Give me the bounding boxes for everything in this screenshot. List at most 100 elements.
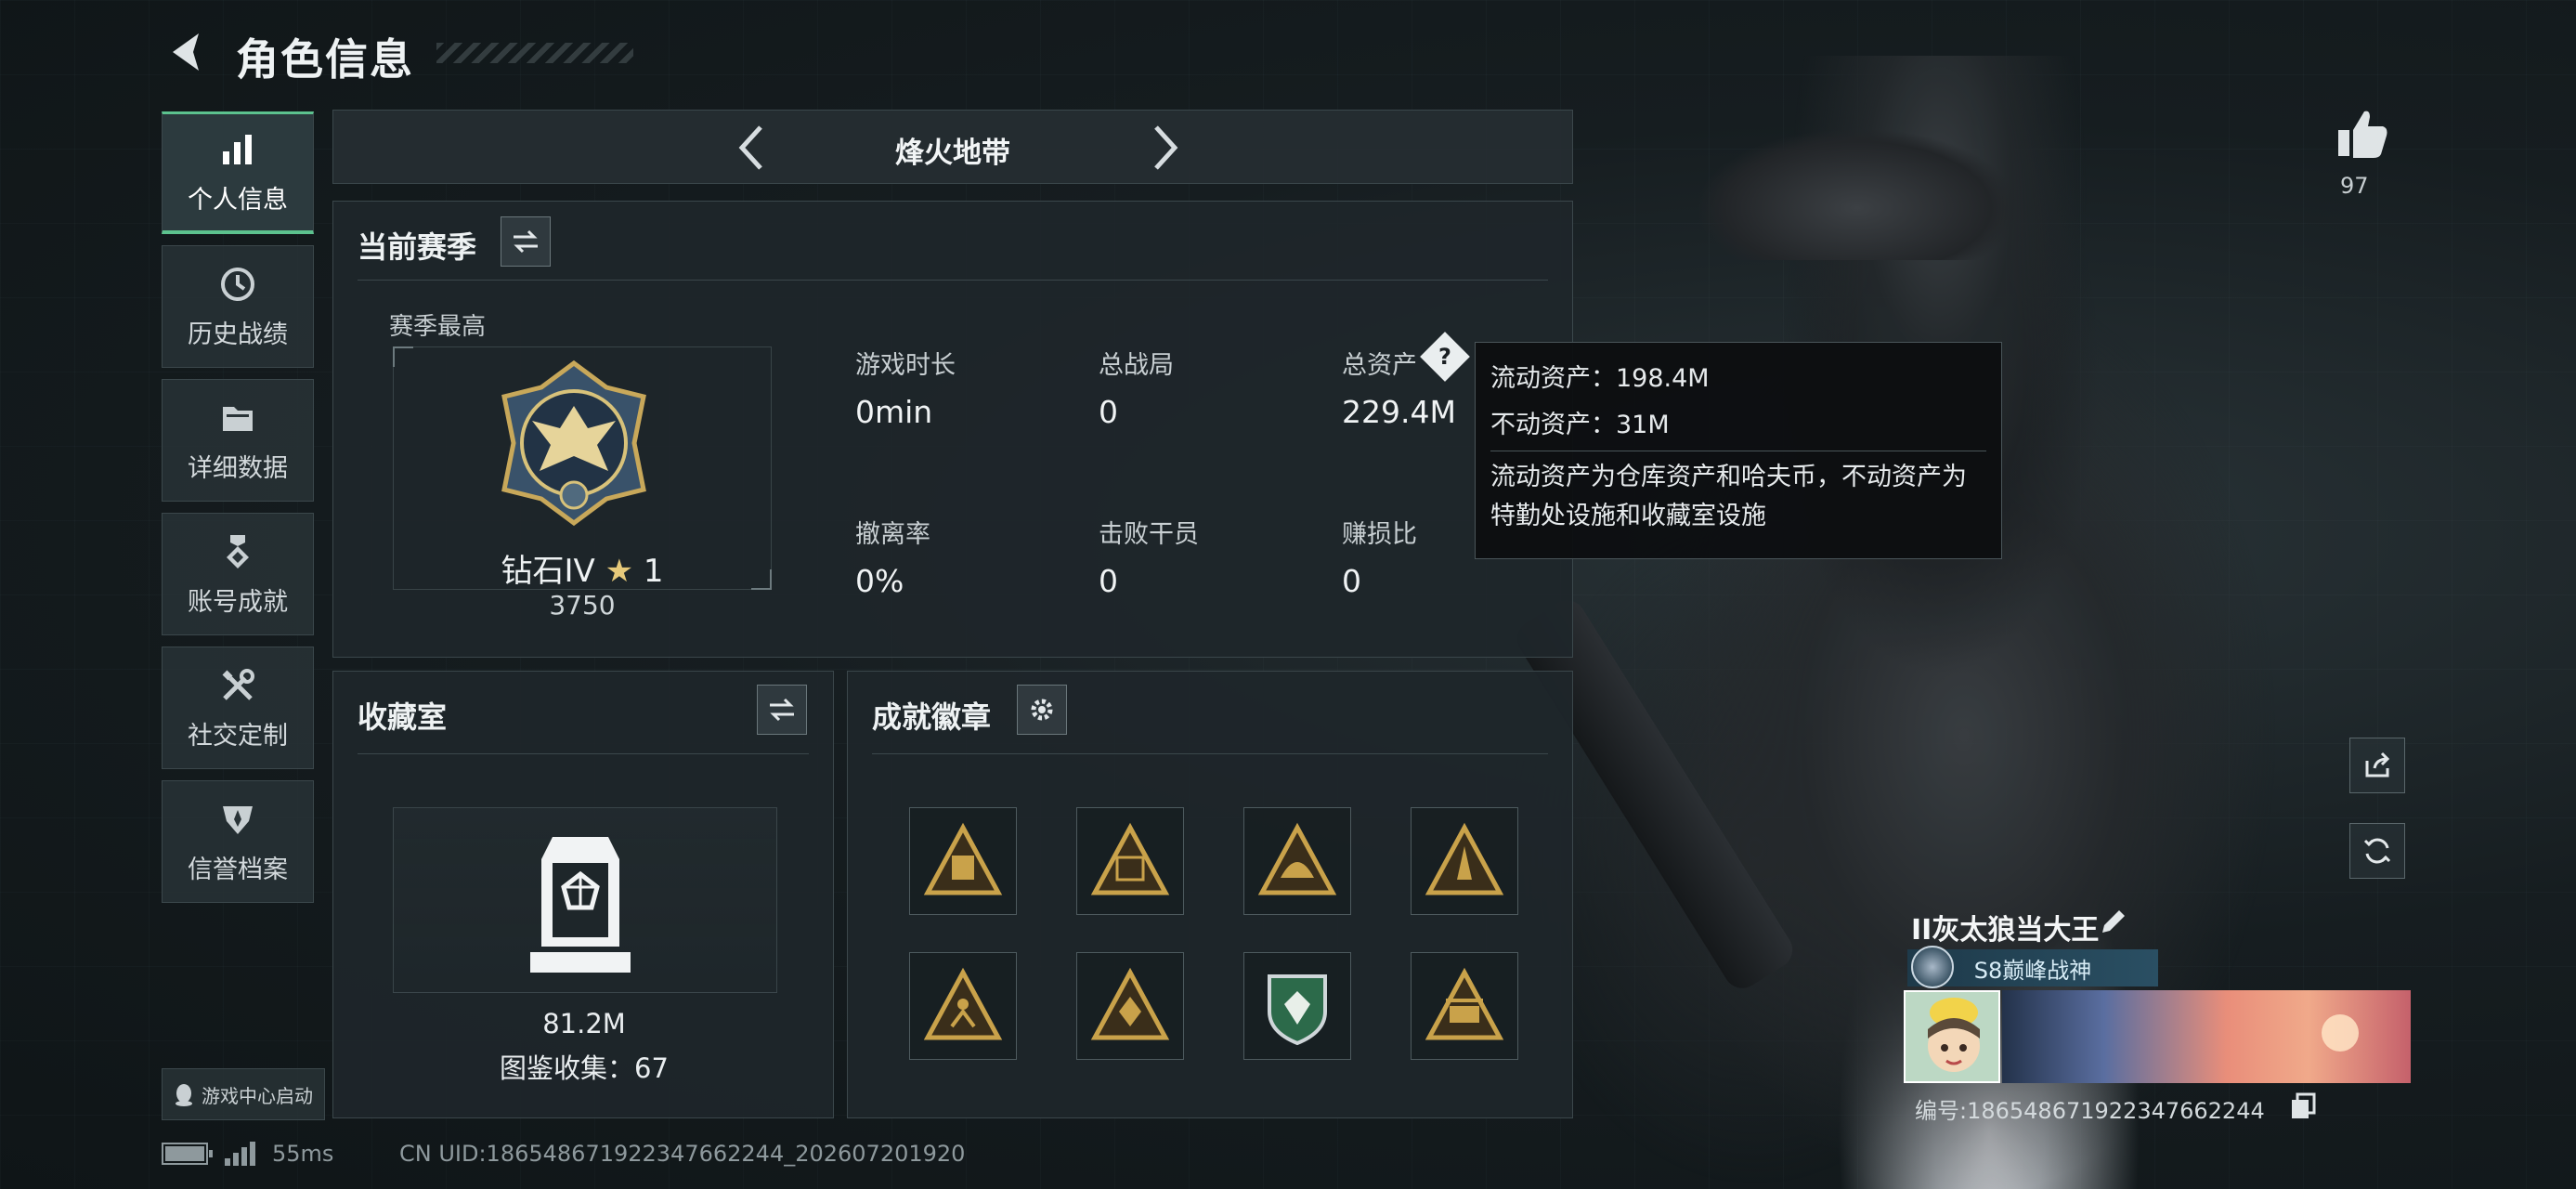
- achievement-badge[interactable]: [909, 807, 1017, 915]
- ping-text: 55ms: [272, 1141, 334, 1167]
- swap-icon: [514, 229, 538, 254]
- credibility-emblem-icon: [223, 805, 253, 834]
- tooltip-description: 流动资产为仓库资产和哈夫币，不动资产为特勤处设施和收藏室设施: [1490, 463, 1967, 530]
- pencil-edit-icon[interactable]: [2097, 907, 2128, 938]
- status-bar: 55ms: [162, 1141, 333, 1167]
- achievement-badge[interactable]: [909, 952, 1017, 1060]
- stat-value: 0: [1342, 563, 1361, 599]
- player-id: 编号:1865486719223476622​44: [1915, 1098, 2265, 1124]
- badge-settings-button[interactable]: [1017, 685, 1067, 735]
- divider: [358, 280, 1548, 281]
- stat-value: 0: [1099, 563, 1118, 599]
- badge-warehouse-icon: [923, 822, 1003, 895]
- stat-extract-rate: 撤离率 0%: [855, 514, 930, 599]
- battery-icon: [162, 1143, 213, 1165]
- badge-s8-icon: [1090, 822, 1170, 895]
- bar-chart-icon: [223, 135, 252, 164]
- copy-icon[interactable]: [2290, 1092, 2316, 1120]
- achievement-badge[interactable]: [1076, 952, 1184, 1060]
- rank-emblem-icon: [501, 359, 646, 527]
- mode-selector: 烽火地带: [332, 110, 1573, 184]
- badge-s8-emblem-icon: [1425, 967, 1504, 1040]
- achievement-badge[interactable]: [1243, 807, 1351, 915]
- stat-label: 总战局: [1099, 351, 1174, 380]
- qq-penguin-icon: [176, 1084, 192, 1106]
- rank-score: 3750: [549, 590, 616, 621]
- stat-label: 游戏时长: [855, 351, 956, 380]
- achievement-badge[interactable]: [1411, 807, 1518, 915]
- swap-icon: [770, 698, 794, 722]
- stat-kills: 击败干员 0: [1099, 514, 1199, 599]
- uid-text: CN UID:1865486719223476622​44_2026072019…: [399, 1141, 966, 1167]
- signal-icon: [225, 1142, 255, 1166]
- gear-icon: [1031, 699, 1053, 721]
- stat-playtime: 游戏时长 0min: [855, 345, 956, 430]
- rank-stars: 1: [643, 553, 664, 590]
- refresh-button[interactable]: [2349, 823, 2405, 879]
- sidebar: 个人信息 历史战绩 详细数据 账号成就 社交定制 信誉档案: [162, 111, 314, 914]
- badge-helmet-icon: [1257, 822, 1337, 895]
- sidebar-item-social[interactable]: 社交定制: [162, 647, 314, 769]
- stat-label: 赚损比: [1342, 520, 1417, 549]
- season-title: 当前赛季: [358, 229, 477, 265]
- collection-title: 收藏室: [358, 699, 448, 735]
- back-arrow-icon[interactable]: [163, 28, 212, 76]
- share-button[interactable]: [2349, 738, 2405, 793]
- sidebar-item-label: 信誉档案: [188, 855, 288, 884]
- avatar[interactable]: [1904, 990, 2000, 1083]
- page-title: 角色信息: [236, 34, 414, 85]
- collection-count: 图鉴收集：67: [500, 1052, 669, 1084]
- collection-panel[interactable]: 收藏室 81.2M 图鉴收集：67: [332, 671, 834, 1118]
- avatar-image: [1906, 992, 1998, 1081]
- stat-label: 撤离率: [855, 520, 930, 549]
- divider: [872, 753, 1548, 754]
- folder-icon: [223, 406, 253, 431]
- sidebar-item-personal-info[interactable]: 个人信息: [162, 111, 314, 234]
- season-panel: 当前赛季 赛季最高 钻石IV ★ 1 3750 游戏时长 0min 总战局 0 …: [332, 201, 1573, 658]
- badges-panel: 成就徽章: [847, 671, 1573, 1118]
- banner-sun: [2322, 1014, 2359, 1052]
- season-subtitle: 赛季最高: [389, 313, 487, 341]
- sidebar-item-details[interactable]: 详细数据: [162, 379, 314, 502]
- badges-title: 成就徽章: [872, 699, 992, 735]
- chevron-right-icon[interactable]: [1138, 120, 1190, 176]
- sidebar-item-history[interactable]: 历史战绩: [162, 245, 314, 368]
- share-icon: [2365, 751, 2390, 777]
- title-badge-text: S8巅峰战神: [1973, 957, 2092, 984]
- thumbs-up-icon[interactable]: [2335, 106, 2390, 162]
- vault-display-icon: [530, 837, 631, 973]
- stat-value: 229.4M: [1342, 394, 1456, 430]
- mode-title: 烽火地带: [895, 137, 1010, 170]
- tooltip-fixed-assets: 不动资产：31M: [1490, 411, 1670, 439]
- achievement-badge[interactable]: [1411, 952, 1518, 1060]
- game-center-launch[interactable]: 游戏中心启动: [162, 1068, 325, 1120]
- badge-green-shield-icon: [1268, 974, 1327, 1046]
- badge-runner-icon: [923, 967, 1003, 1040]
- stat-profit-ratio: 赚损比 0: [1342, 514, 1417, 599]
- wrench-tools-icon: [222, 668, 254, 700]
- collection-value: 81.2M: [542, 1008, 626, 1039]
- title-emblem-icon: [1911, 946, 1954, 988]
- stat-value: 0min: [855, 394, 933, 430]
- season-switch-button[interactable]: [501, 216, 551, 267]
- like-count: 97: [2340, 173, 2369, 199]
- player-name: II灰太狼当大王: [1911, 914, 2100, 947]
- character-cap: [1699, 130, 2015, 260]
- sidebar-item-label: 详细数据: [188, 453, 288, 483]
- achievement-badge[interactable]: [1076, 807, 1184, 915]
- sidebar-item-label: 社交定制: [188, 721, 288, 751]
- stat-value: 0%: [855, 563, 904, 599]
- refresh-icon: [2363, 838, 2391, 864]
- sidebar-item-credibility[interactable]: 信誉档案: [162, 780, 314, 903]
- achievement-badge[interactable]: [1243, 952, 1351, 1060]
- sidebar-item-label: 账号成就: [188, 587, 288, 617]
- stat-value: 0: [1099, 394, 1118, 430]
- rank-name: 钻石IV ★ 1: [333, 545, 831, 591]
- sidebar-item-achievements[interactable]: 账号成就: [162, 513, 314, 635]
- assets-tooltip: 流动资产：198.4M 不动资产：31M 流动资产为仓库资产和哈夫币，不动资产为…: [1475, 342, 2002, 559]
- collection-switch-button[interactable]: [757, 685, 807, 735]
- sidebar-item-label: 历史战绩: [188, 320, 288, 349]
- history-clock-icon: [221, 267, 254, 301]
- launch-label: 游戏中心启动: [202, 1084, 313, 1107]
- achievement-medal-icon: [227, 534, 249, 568]
